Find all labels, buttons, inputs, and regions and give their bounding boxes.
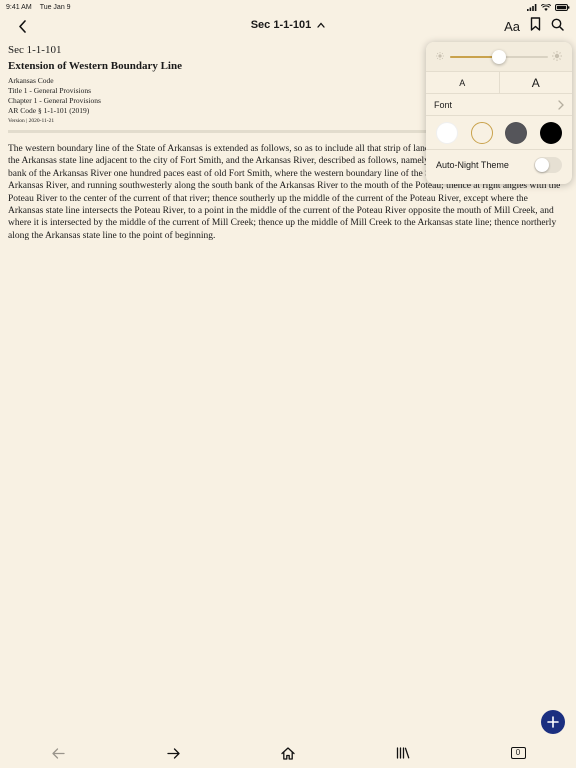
status-indicators: [527, 3, 570, 11]
forward-arrow-icon: [166, 747, 180, 759]
bottom-toolbar: 0: [0, 742, 576, 764]
home-button[interactable]: [277, 742, 299, 764]
nav-title-text: Sec 1-1-101: [250, 19, 312, 31]
sun-large-icon: [552, 51, 562, 61]
display-settings-popover: A A Font Auto-Night Theme: [426, 42, 572, 184]
theme-sepia-swatch[interactable]: [470, 121, 493, 144]
search-button[interactable]: [551, 18, 564, 36]
status-bar: 9:41 AM Tue Jan 9: [0, 0, 576, 14]
bookmark-button[interactable]: [530, 17, 541, 36]
brightness-slider-thumb[interactable]: [492, 50, 506, 64]
tabs-icon: 0: [510, 747, 526, 759]
decrease-font-size-button[interactable]: A: [426, 72, 499, 93]
library-icon: [396, 747, 410, 759]
plus-icon: [547, 716, 559, 728]
theme-row: [426, 116, 572, 150]
wifi-icon: [541, 3, 551, 11]
tabs-button[interactable]: 0: [507, 742, 529, 764]
auto-night-toggle[interactable]: [534, 157, 562, 173]
theme-white-swatch[interactable]: [436, 121, 459, 144]
back-nav-button[interactable]: [47, 742, 69, 764]
auto-night-label: Auto-Night Theme: [436, 160, 509, 170]
back-arrow-icon: [51, 747, 65, 759]
theme-night-swatch[interactable]: [539, 121, 562, 144]
bookmark-icon: [530, 17, 541, 31]
sun-small-icon: [436, 52, 444, 60]
font-size-row: A A: [426, 72, 572, 94]
search-icon: [551, 18, 564, 31]
theme-gray-swatch[interactable]: [505, 121, 528, 144]
section-title-dropdown[interactable]: Sec 1-1-101: [251, 19, 326, 31]
brightness-slider[interactable]: [450, 50, 548, 64]
font-selector-row[interactable]: Font: [426, 94, 572, 116]
battery-icon: [555, 3, 570, 11]
auto-night-row: Auto-Night Theme: [426, 150, 572, 180]
navigation-bar: Sec 1-1-101 Aa: [0, 14, 576, 38]
font-label: Font: [434, 99, 453, 110]
increase-font-size-button[interactable]: A: [498, 72, 573, 93]
chevron-right-icon: [558, 99, 564, 110]
library-button[interactable]: [392, 742, 414, 764]
back-chevron-icon: [18, 19, 26, 33]
status-date: Tue Jan 9: [39, 3, 71, 11]
status-time: 9:41 AM: [6, 3, 32, 11]
auto-night-toggle-knob: [535, 158, 549, 172]
text-settings-button[interactable]: Aa: [504, 19, 520, 34]
cellular-icon: [527, 3, 537, 11]
back-button[interactable]: [12, 16, 32, 36]
forward-nav-button[interactable]: [162, 742, 184, 764]
chevron-up-icon: [317, 22, 325, 28]
home-icon: [281, 746, 295, 760]
brightness-row: [426, 42, 572, 72]
add-button[interactable]: [541, 710, 565, 734]
